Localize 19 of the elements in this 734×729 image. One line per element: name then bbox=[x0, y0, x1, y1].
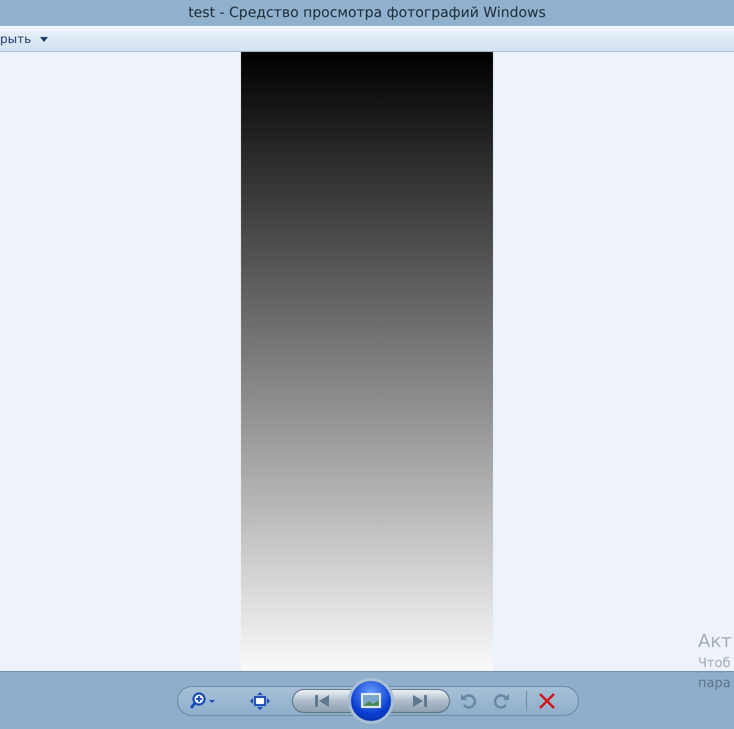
caret-icon bbox=[40, 36, 48, 42]
delete-button[interactable] bbox=[537, 690, 557, 710]
fit-window-button[interactable] bbox=[248, 690, 272, 712]
picture-icon bbox=[361, 693, 381, 708]
activation-notice-text: пара bbox=[698, 675, 732, 693]
menu-item[interactable]: рыть bbox=[0, 32, 48, 46]
rotate-left-icon bbox=[460, 692, 476, 708]
activation-notice-text: Чтоб bbox=[698, 655, 732, 673]
activation-notice-text: Акт bbox=[698, 630, 733, 654]
previous-icon bbox=[315, 694, 329, 706]
slideshow-button[interactable] bbox=[348, 678, 394, 724]
rotate-right-icon bbox=[494, 692, 510, 708]
zoom-in-icon bbox=[190, 692, 216, 710]
window-title: test - Средство просмотра фотографий Windows bbox=[188, 5, 546, 21]
previous-button[interactable] bbox=[292, 688, 352, 712]
delete-icon bbox=[539, 692, 555, 708]
zoom-button[interactable] bbox=[188, 690, 218, 712]
next-icon bbox=[413, 694, 427, 706]
next-button[interactable] bbox=[390, 688, 450, 712]
